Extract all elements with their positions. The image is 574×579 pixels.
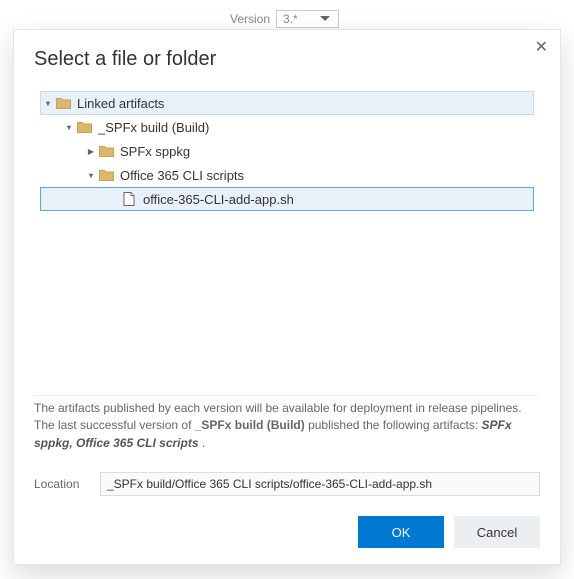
close-icon[interactable]: ✕ (535, 40, 548, 56)
tree-empty-area (34, 211, 540, 385)
location-row: Location (34, 472, 540, 496)
cancel-button[interactable]: Cancel (454, 516, 540, 548)
caret-down-icon[interactable] (84, 170, 98, 180)
caret-right-icon[interactable] (84, 146, 98, 156)
tree-root-linked-artifacts[interactable]: Linked artifacts (40, 91, 534, 115)
version-dropdown[interactable]: 3.* (276, 10, 339, 28)
dialog-button-row: OK Cancel (34, 516, 540, 548)
tree-node-spfx-sppkg[interactable]: SPFx sppkg (40, 139, 534, 163)
folder-icon (98, 144, 114, 158)
folder-icon (98, 168, 114, 182)
info-mid: published the following artifacts: (308, 418, 481, 432)
location-input[interactable] (100, 472, 540, 496)
file-icon (121, 192, 137, 206)
caret-down-icon[interactable] (41, 98, 55, 108)
folder-icon (76, 120, 92, 134)
tree-node-o365-cli-scripts[interactable]: Office 365 CLI scripts (40, 163, 534, 187)
tree-item-add-app-sh[interactable]: office-365-CLI-add-app.sh (40, 187, 534, 211)
tree-label: office-365-CLI-add-app.sh (143, 192, 294, 207)
divider (34, 395, 540, 396)
caret-down-icon[interactable] (62, 122, 76, 132)
info-post: . (202, 436, 205, 450)
tree-label: Office 365 CLI scripts (120, 168, 244, 183)
dialog-title: Select a file or folder (34, 48, 540, 71)
version-label: Version (230, 12, 270, 26)
tree-node-spfx-build[interactable]: _SPFx build (Build) (40, 115, 534, 139)
backdrop-version-row: Version 3.* (230, 10, 339, 28)
select-file-dialog: ✕ Select a file or folder Linked artifac… (13, 29, 561, 565)
tree-label: Linked artifacts (77, 96, 164, 111)
tree-label: SPFx sppkg (120, 144, 190, 159)
artifact-tree: Linked artifacts _SPFx build (Build) SPF… (40, 91, 534, 211)
location-label: Location (34, 477, 88, 491)
artifact-info-text: The artifacts published by each version … (34, 400, 540, 452)
ok-button[interactable]: OK (358, 516, 444, 548)
folder-icon (55, 96, 71, 110)
info-build-name: _SPFx build (Build) (195, 418, 305, 432)
version-value: 3.* (283, 12, 298, 26)
tree-label: _SPFx build (Build) (98, 120, 209, 135)
